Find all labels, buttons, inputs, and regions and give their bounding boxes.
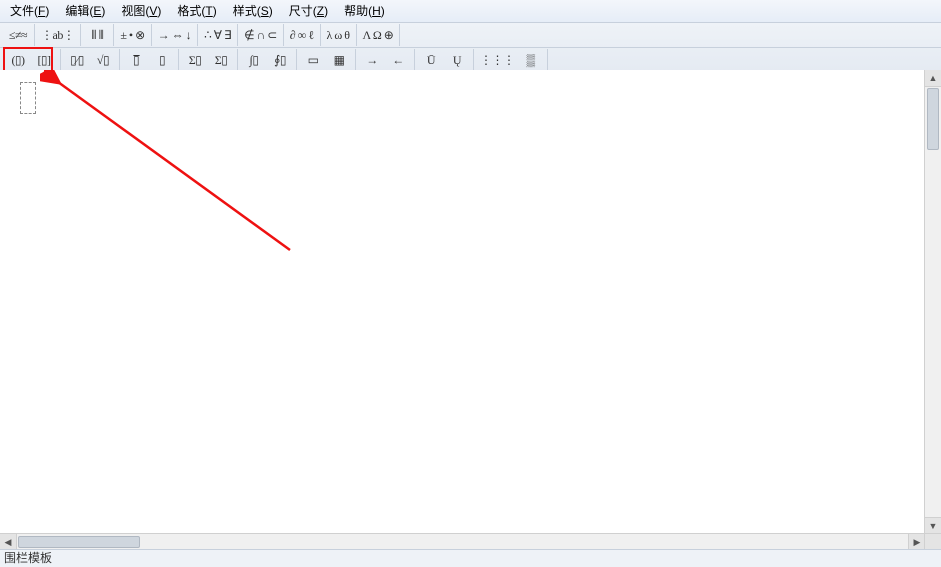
tb-sum2-icon[interactable]: Σ▯ [208,49,234,71]
menu-bar: 文件(F) 编辑(E) 视图(V) 格式(T) 样式(S) 尺寸(Z) 帮助(H… [0,0,941,23]
menu-format[interactable]: 格式(T) [169,0,224,22]
scroll-corner [924,533,941,550]
menu-style[interactable]: 样式(S) [225,0,281,22]
tb-subsuper-icon[interactable]: ▯ [149,49,175,71]
tb-box-icon[interactable]: ▭ [300,49,326,71]
tb-contour-icon[interactable]: ∮▯ [267,49,293,71]
arrow-annotation [40,70,340,270]
tb-accent2-icon[interactable]: Ų [444,49,470,71]
tb-accent1-icon[interactable]: Ū [418,49,444,71]
tb-logic-icon[interactable]: ∴ ∀ ∃ [201,24,234,46]
tb-fraction-icon[interactable]: ▯⁄▯ [64,49,90,71]
tb-arrow-l-icon[interactable]: ← [385,49,411,71]
editor-canvas[interactable] [0,70,941,534]
tb-matrix-icon[interactable]: ▦ [326,49,352,71]
tb-set-icon[interactable]: ∉ ∩ ⊂ [241,24,280,46]
tb-sum-icon[interactable]: Σ▯ [182,49,208,71]
menu-view[interactable]: 视图(V) [113,0,169,22]
menu-help[interactable]: 帮助(H) [336,0,393,22]
tb-fence-bracket-icon[interactable]: [▯] [31,49,57,71]
tb-integral-icon[interactable]: ∫▯ [241,49,267,71]
tb-greek-upper-icon[interactable]: Λ Ω ⊕ [360,24,397,46]
tb-radical-icon[interactable]: √▯ [90,49,116,71]
hscroll-thumb[interactable] [18,536,140,548]
toolbars: ≤≠≈ ⋮ab⋮ ⦀ ⦀ ± • ⊗ → ⇔ ↓ ∴ ∀ ∃ ∉ ∩ ⊂ ∂ ∞… [0,23,941,73]
scroll-down-icon[interactable]: ▼ [925,517,941,534]
tb-relations-icon[interactable]: ≤≠≈ [5,24,31,46]
tb-operators-icon[interactable]: ± • ⊗ [117,24,147,46]
tb-fence-paren-icon[interactable]: (▯) [5,49,31,71]
menu-edit[interactable]: 编辑(E) [57,0,113,22]
scroll-right-icon[interactable]: ▶ [908,534,925,550]
tb-arrow-r-icon[interactable]: → [359,49,385,71]
tb-arrows-icon[interactable]: → ⇔ ↓ [155,24,195,46]
tb-grid-icon[interactable]: ▒ [518,49,544,71]
scroll-up-icon[interactable]: ▲ [925,70,941,87]
toolbar-row-1: ≤≠≈ ⋮ab⋮ ⦀ ⦀ ± • ⊗ → ⇔ ↓ ∴ ∀ ∃ ∉ ∩ ⊂ ∂ ∞… [0,23,941,48]
status-text: 围栏模板 [4,551,52,565]
tb-misc-icon[interactable]: ∂ ∞ ℓ [287,24,317,46]
status-bar: 围栏模板 [0,549,941,567]
menu-size[interactable]: 尺寸(Z) [281,0,336,22]
insertion-slot[interactable] [20,82,36,114]
horizontal-scrollbar[interactable]: ◀ ▶ [0,533,925,550]
vertical-scrollbar[interactable]: ▲ ▼ [924,70,941,534]
tb-dots-icon[interactable]: ⋮⋮⋮ [477,49,518,71]
tb-embellish-icon[interactable]: ⦀ ⦀ [84,24,110,46]
tb-spaces-icon[interactable]: ⋮ab⋮ [38,24,77,46]
tb-overbar-icon[interactable]: ▯̅ [123,49,149,71]
vscroll-thumb[interactable] [927,88,939,150]
tb-greek-lower-icon[interactable]: λ ω θ [324,24,353,46]
scroll-left-icon[interactable]: ◀ [0,534,17,550]
menu-file[interactable]: 文件(F) [2,0,57,22]
